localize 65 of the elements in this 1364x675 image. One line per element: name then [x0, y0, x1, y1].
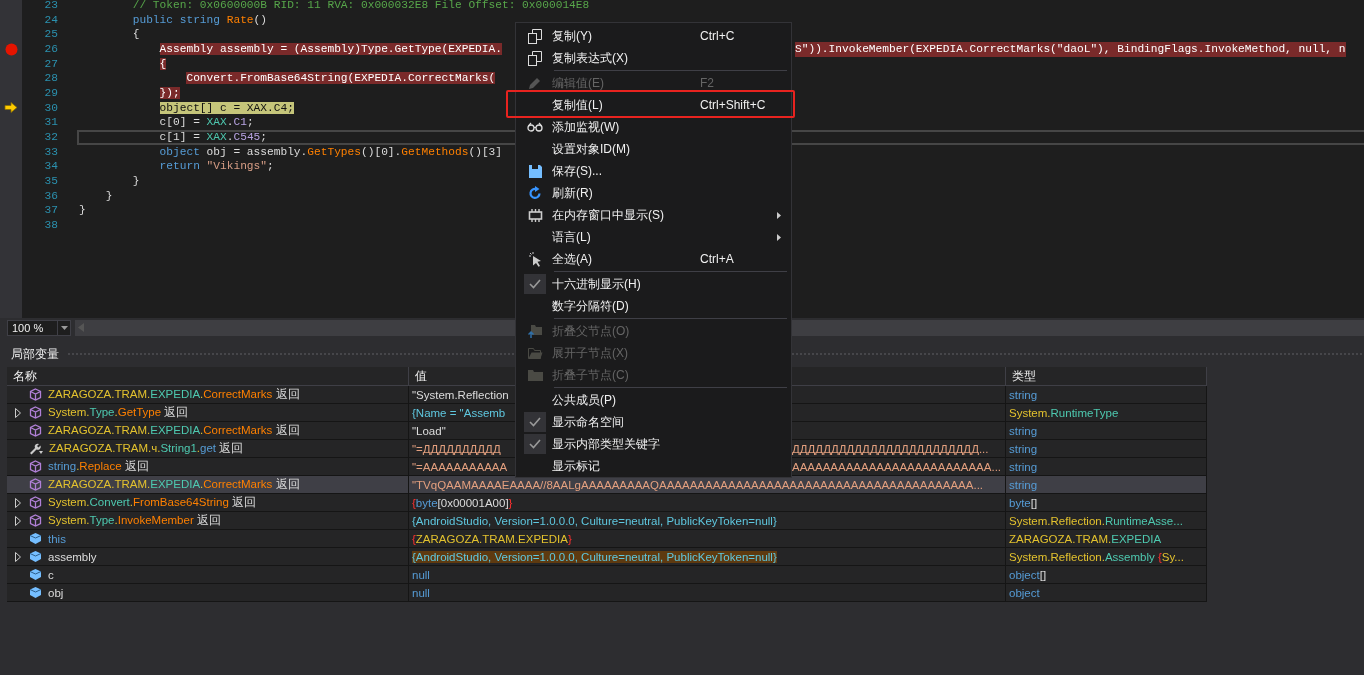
variable-type: System.RuntimeType — [1009, 406, 1119, 419]
variable-name: ZARAGOZA.TRAM.EXPEDIA.CorrectMarks 返回 — [48, 477, 300, 492]
line-number: 38 — [43, 217, 58, 233]
code-line: return "Vikings"; — [158, 159, 274, 174]
variable-name: System.Convert.FromBase64String 返回 — [48, 495, 257, 510]
variable-type: string — [1009, 442, 1038, 455]
variable-type: byte[] — [1009, 496, 1038, 509]
variable-type: string — [1009, 424, 1038, 437]
line-number: 35 — [43, 173, 58, 189]
code-line: object obj = assembly.GetTypes()[0].GetMethods()[3] — [158, 144, 503, 160]
code-line: c[1] = XAX.C545; — [158, 129, 268, 145]
code-line: // Token: 0x0600000B RID: 11 RVA: 0x000032E8 File Offset: 0x000014E8 — [131, 0, 590, 13]
variable-type: string — [1009, 478, 1038, 491]
variable-type: object[] — [1009, 568, 1047, 581]
variable-value: "=ДДДДДДДДДД — [412, 442, 501, 455]
variable-value: AAAAAAAAAAAAAAAAAAAAAAAAAA... — [792, 460, 1002, 473]
code-line: c[0] = XAX.C1; — [158, 115, 254, 130]
line-number: 31 — [43, 115, 58, 130]
line-number: 23 — [43, 0, 58, 13]
code-line: { — [131, 27, 140, 42]
panel-title: 局部变量 — [11, 345, 59, 363]
line-number: 36 — [43, 188, 58, 204]
variable-name: ZARAGOZA.TRAM.EXPEDIA.CorrectMarks 返回 — [48, 423, 300, 438]
line-number: 28 — [43, 71, 58, 86]
variable-type: ZARAGOZA.TRAM.EXPEDIA — [1009, 532, 1162, 545]
variable-name: obj — [48, 586, 64, 599]
variable-value: {AndroidStudio, Version=1.0.0.0, Culture=neutral, PublicKeyToken=null} — [412, 550, 777, 563]
variable-value: {ZARAGOZA.TRAM.EXPEDIA} — [412, 532, 572, 545]
variable-value: {Name = "Assemb — [412, 406, 506, 419]
variable-value: "=AAAAAAAAAAA — [412, 460, 508, 473]
line-number: 32 — [43, 129, 58, 145]
variable-name: System.Type.GetType 返回 — [48, 405, 189, 420]
code-line: } — [104, 188, 113, 204]
variable-value: {byte[0x00001A00]} — [412, 496, 513, 509]
variable-value: {AndroidStudio, Version=1.0.0.0, Culture=neutral, PublicKeyToken=null} — [412, 514, 777, 527]
line-number: 33 — [43, 144, 58, 160]
variable-name: this — [48, 532, 66, 545]
line-number: 27 — [43, 56, 58, 72]
variable-name: assembly — [48, 550, 97, 563]
code-line: public string Rate() — [131, 12, 267, 28]
line-number: 25 — [43, 27, 58, 42]
variable-type: string — [1009, 388, 1038, 401]
variable-value: null — [412, 586, 430, 599]
variable-name: ZARAGOZA.TRAM.ч.String1.get 返回 — [49, 441, 244, 456]
variable-value: "Load" — [412, 424, 446, 437]
line-number: 24 — [43, 12, 58, 28]
line-number: 34 — [43, 159, 58, 174]
code-line: } — [79, 203, 86, 218]
code-line: } — [131, 173, 140, 189]
variable-value: "System.Reflection — [412, 388, 509, 401]
variable-name: ZARAGOZA.TRAM.EXPEDIA.CorrectMarks 返回 — [48, 387, 300, 402]
line-number: 30 — [43, 100, 58, 116]
variable-value: null — [412, 568, 430, 581]
variable-type: System.Reflection.RuntimeAsse... — [1009, 514, 1183, 527]
variable-type: object — [1009, 586, 1040, 599]
line-number: 26 — [43, 41, 58, 57]
line-number: 29 — [43, 85, 58, 101]
variable-name: System.Type.InvokeMember 返回 — [48, 513, 221, 528]
variable-name: string.Replace 返回 — [48, 459, 149, 474]
variable-type: System.Reflection.Assembly {Sy... — [1009, 550, 1184, 563]
line-number: 37 — [43, 203, 58, 218]
variable-value: ДДДДДДДДДДДДДДДДДДДДДДДД... — [792, 442, 989, 455]
variable-value: "TVqQAAMAAAAEAAAA//8AALgAAAAAAAAAQAAAAAAAAAAAAAAAAAAAAAAAAAAAAAAAAAAAAAAAAA... — [412, 478, 984, 491]
variable-name: c — [48, 568, 54, 581]
variable-type: string — [1009, 460, 1038, 473]
